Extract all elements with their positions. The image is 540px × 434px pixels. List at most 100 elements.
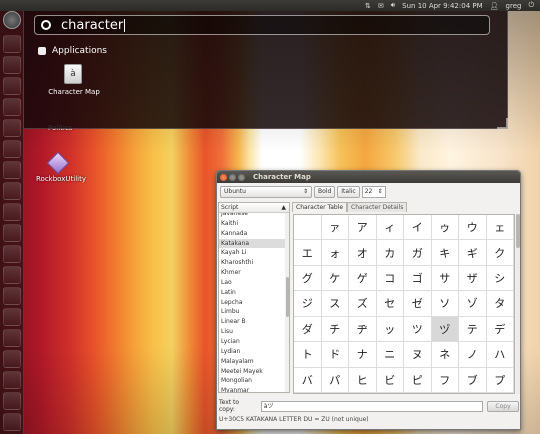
character-cell[interactable]: サ bbox=[431, 265, 459, 292]
script-list[interactable]: Script ▲ Javanese Kaithi Kannada Katakana Ka… bbox=[218, 202, 290, 393]
character-cell[interactable]: ニ bbox=[376, 342, 404, 368]
character-cell[interactable]: キ bbox=[431, 240, 459, 266]
character-cell[interactable]: ケ bbox=[321, 265, 349, 292]
character-cell[interactable]: ツ bbox=[404, 316, 432, 343]
character-cell[interactable]: ビ bbox=[376, 367, 404, 393]
minimize-icon[interactable] bbox=[229, 173, 236, 181]
script-list-item[interactable]: Limbu bbox=[219, 307, 289, 317]
character-cell[interactable]: ネ bbox=[431, 342, 459, 368]
launcher-item-office-icon[interactable] bbox=[3, 140, 21, 158]
script-list-item[interactable]: Myanmar bbox=[219, 386, 289, 392]
character-cell[interactable]: シ bbox=[486, 265, 514, 292]
script-list-header[interactable]: Script ▲ bbox=[219, 203, 289, 213]
character-cell[interactable]: ゼ bbox=[404, 291, 432, 317]
character-cell[interactable]: ソ bbox=[431, 291, 459, 317]
character-cell[interactable]: パ bbox=[321, 367, 349, 393]
bold-toggle[interactable]: Bold bbox=[314, 185, 336, 198]
launcher-item-settings-icon[interactable] bbox=[3, 266, 21, 284]
character-cell[interactable]: ィ bbox=[376, 215, 404, 241]
dash-search-box[interactable]: character bbox=[34, 15, 490, 35]
character-cell[interactable]: カ bbox=[376, 240, 404, 266]
character-cell[interactable]: ナ bbox=[349, 342, 377, 368]
script-list-item[interactable]: Latin bbox=[219, 288, 289, 298]
applications-section-header[interactable]: Applications bbox=[38, 46, 107, 56]
text-to-copy-input[interactable]: àヅ bbox=[260, 400, 484, 412]
character-cell[interactable]: ヒ bbox=[349, 367, 377, 393]
character-grid[interactable]: ァアィイゥウェエォオカガキギクグケゲコゴサザシジスズセゼソゾタダチヂッツヅテデト… bbox=[293, 214, 515, 394]
character-cell[interactable]: コ bbox=[376, 265, 404, 292]
character-cell[interactable]: ウ bbox=[459, 215, 487, 241]
launcher-item-app-icon[interactable] bbox=[3, 329, 21, 347]
character-cell[interactable]: ヂ bbox=[349, 316, 377, 343]
character-map-result-label[interactable]: Character Map bbox=[46, 88, 102, 96]
dash-home-icon[interactable] bbox=[3, 11, 21, 29]
character-cell[interactable]: デ bbox=[486, 316, 514, 343]
script-list-item[interactable]: Lisu bbox=[219, 327, 289, 337]
script-list-item[interactable]: Lycian bbox=[219, 337, 289, 347]
launcher-item-mail-icon[interactable] bbox=[3, 77, 21, 95]
character-cell[interactable]: ゾ bbox=[459, 291, 487, 317]
script-list-item[interactable]: Katakana bbox=[219, 238, 289, 249]
script-list-item[interactable]: Kharoshthi bbox=[219, 258, 289, 268]
launcher-item-terminal-icon[interactable] bbox=[3, 245, 21, 263]
launcher-item-chat-icon[interactable] bbox=[3, 98, 21, 116]
launcher-item-spreadsheet-icon[interactable] bbox=[3, 161, 21, 179]
character-cell[interactable]: ゲ bbox=[349, 265, 377, 292]
character-cell[interactable]: タ bbox=[486, 291, 514, 317]
character-cell[interactable]: ヅ bbox=[431, 316, 459, 343]
character-cell[interactable]: イ bbox=[404, 215, 432, 241]
clock[interactable]: Sun 10 Apr 9:42:04 PM bbox=[402, 2, 482, 10]
character-cell[interactable]: ザ bbox=[459, 265, 487, 292]
script-list-item[interactable]: Lao bbox=[219, 278, 289, 288]
character-cell[interactable]: ェ bbox=[486, 215, 514, 241]
search-input[interactable]: character bbox=[61, 18, 123, 33]
tab-character-details[interactable]: Character Details bbox=[347, 202, 408, 212]
character-cell[interactable]: ヌ bbox=[404, 342, 432, 368]
character-cell[interactable]: チ bbox=[321, 316, 349, 343]
script-list-scrollbar[interactable] bbox=[285, 213, 289, 392]
character-cell[interactable]: バ bbox=[294, 367, 322, 393]
character-cell[interactable]: ッ bbox=[376, 316, 404, 343]
character-cell[interactable]: ズ bbox=[349, 291, 377, 317]
launcher-item-software-center-icon[interactable] bbox=[3, 203, 21, 221]
character-cell[interactable]: フ bbox=[431, 367, 459, 393]
script-list-item[interactable]: Lepcha bbox=[219, 298, 289, 308]
character-cell[interactable] bbox=[294, 215, 322, 241]
script-list-item[interactable]: Malayalam bbox=[219, 357, 289, 367]
launcher-item-workspaces-icon[interactable] bbox=[3, 392, 21, 410]
mail-icon[interactable]: ✉ bbox=[378, 2, 384, 10]
character-grid-scrollbar[interactable] bbox=[516, 214, 520, 394]
character-cell[interactable]: テ bbox=[459, 316, 487, 343]
character-cell[interactable]: ジ bbox=[294, 291, 322, 317]
close-icon[interactable] bbox=[220, 173, 227, 181]
window-titlebar[interactable]: Character Map bbox=[217, 171, 520, 183]
character-cell[interactable]: ァ bbox=[321, 215, 349, 241]
character-cell[interactable]: ア bbox=[349, 215, 377, 241]
launcher-item-firefox-icon[interactable] bbox=[3, 56, 21, 74]
font-family-select[interactable]: Ubuntu ⇕ bbox=[220, 185, 312, 198]
character-cell[interactable]: ス bbox=[321, 291, 349, 317]
character-cell[interactable]: ク bbox=[486, 240, 514, 266]
script-list-item[interactable]: Meetei Mayek bbox=[219, 367, 289, 377]
copy-button[interactable]: Copy bbox=[487, 400, 519, 412]
script-list-item[interactable]: Kannada bbox=[219, 229, 289, 239]
character-cell[interactable]: ガ bbox=[404, 240, 432, 266]
script-list-item[interactable]: Kaithi bbox=[219, 219, 289, 229]
character-cell[interactable]: ド bbox=[321, 342, 349, 368]
launcher-item-app-icon[interactable] bbox=[3, 371, 21, 389]
character-cell[interactable]: オ bbox=[349, 240, 377, 266]
launcher-item-app-icon[interactable] bbox=[3, 287, 21, 305]
launcher-item-home-folder-icon[interactable] bbox=[3, 35, 21, 53]
script-list-item[interactable]: Lydian bbox=[219, 347, 289, 357]
character-cell[interactable]: ゥ bbox=[431, 215, 459, 241]
scrollbar-thumb[interactable] bbox=[286, 277, 289, 317]
script-list-item[interactable]: Khmer bbox=[219, 268, 289, 278]
character-cell[interactable]: ギ bbox=[459, 240, 487, 266]
desktop-item-rockbox-label[interactable]: RockboxUtility bbox=[36, 175, 86, 183]
volume-icon[interactable]: 🔊︎ bbox=[391, 1, 395, 10]
scrollbar-thumb[interactable] bbox=[516, 214, 520, 248]
script-list-item[interactable]: Kayah Li bbox=[219, 248, 289, 258]
character-cell[interactable]: ノ bbox=[459, 342, 487, 368]
character-cell[interactable]: ブ bbox=[459, 367, 487, 393]
script-list-item[interactable]: Mongolian bbox=[219, 376, 289, 386]
